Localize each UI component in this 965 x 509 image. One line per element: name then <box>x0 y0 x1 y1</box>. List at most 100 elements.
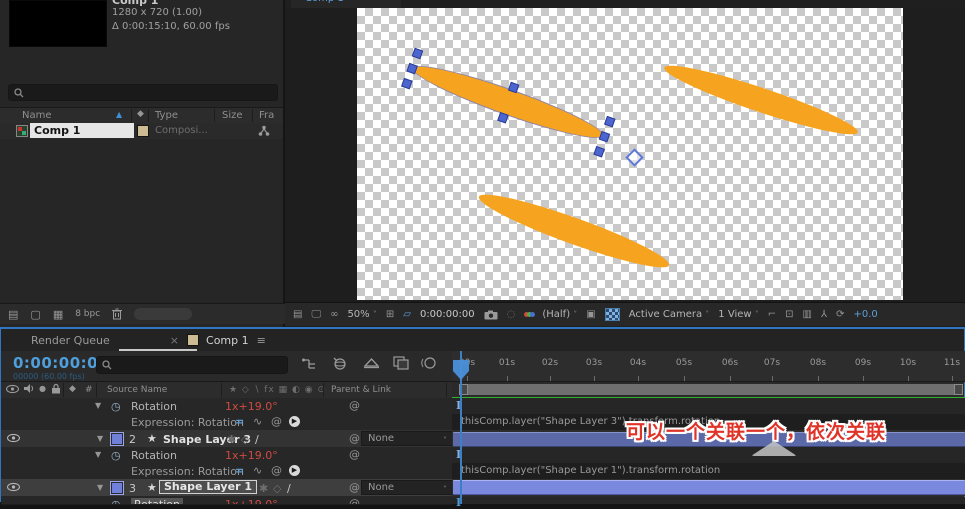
column-number[interactable]: # <box>85 385 93 395</box>
timeline-search-field[interactable] <box>96 356 288 374</box>
disclosure-triangle-icon[interactable]: ▼ <box>95 402 101 410</box>
project-search-field[interactable] <box>8 84 278 101</box>
property-label[interactable]: Rotation <box>131 449 177 462</box>
work-area-end-handle[interactable] <box>954 384 963 395</box>
snapshot-camera-icon[interactable] <box>484 310 498 320</box>
motion-blur-icon[interactable] <box>421 356 437 370</box>
rotation-value[interactable]: 1x+19.0° <box>225 400 278 413</box>
draft-3d-icon[interactable] <box>331 356 347 371</box>
track-area-row[interactable] <box>452 497 965 504</box>
property-row-rotation[interactable]: ▼ ◷ Rotation 1x+19.0° @ <box>1 398 452 415</box>
stopwatch-icon[interactable]: ◷ <box>111 449 121 462</box>
pickwhip-icon[interactable]: @ <box>349 400 360 411</box>
view-layout-select[interactable]: 1 View ˅ <box>718 309 758 320</box>
delete-trash-icon[interactable] <box>112 308 122 320</box>
snapshot-stack-icon[interactable]: ▤ <box>293 310 302 320</box>
expression-row[interactable]: Expression: Rotation = ∿ @ ▶ <box>1 463 452 480</box>
new-composition-icon[interactable]: ▦ <box>53 309 63 320</box>
column-name[interactable]: Name <box>22 110 52 121</box>
new-folder-icon[interactable]: ▢ <box>30 309 40 320</box>
column-frame[interactable]: Fra <box>259 110 274 121</box>
lock-icon[interactable] <box>51 383 61 394</box>
expression-row[interactable]: Expression: Rotation = ∿ @ ▶ <box>1 414 452 431</box>
solo-icon[interactable]: ● <box>39 385 46 393</box>
enable-expression-icon[interactable]: = <box>235 415 244 428</box>
resolution-select[interactable]: (Half) ˅ <box>542 309 577 320</box>
label-tag-icon[interactable]: ◆ <box>137 110 144 119</box>
project-search-input[interactable] <box>28 86 272 99</box>
layer-duration-bar-shape-layer-1[interactable] <box>453 480 965 495</box>
work-area-bar[interactable] <box>459 384 963 395</box>
view-goggles-icon[interactable]: ∞ <box>330 310 338 320</box>
parent-pickwhip-icon[interactable]: @ <box>349 433 360 444</box>
shy-layers-icon[interactable] <box>363 356 380 370</box>
video-eye-icon[interactable] <box>6 384 19 394</box>
close-icon[interactable]: × <box>170 334 179 347</box>
parent-select[interactable]: None˅ <box>361 480 453 495</box>
camera-view-select[interactable]: Active Camera ˅ <box>629 309 710 320</box>
time-ruler[interactable]: 00s 01s 02s 03s 04s 05s 06s 07s 08s 09s … <box>452 351 965 382</box>
layer-color-swatch[interactable] <box>111 433 123 445</box>
fast-previews-icon[interactable]: ▣ <box>586 310 595 320</box>
project-item-comp1[interactable]: Comp 1 Composi... <box>0 123 283 139</box>
viewer-tab-comp1[interactable]: Comp 1 <box>291 0 401 8</box>
property-row-rotation-partial[interactable]: ◷ Rotation 1x+19.0° @ <box>1 496 452 505</box>
exposure-adjust-icon[interactable]: ⊡ <box>785 310 793 320</box>
exposure-value[interactable]: +0.0 <box>853 309 877 320</box>
collapse-switch-icon[interactable]: ✱ <box>259 482 268 495</box>
column-size[interactable]: Size <box>222 110 243 121</box>
layer-color-swatch[interactable] <box>111 482 123 494</box>
shy-switch-icon[interactable]: ◇ <box>273 482 281 495</box>
expression-text-2[interactable]: thisComp.layer("Shape Layer 1").transfor… <box>461 465 720 476</box>
disclosure-triangle-icon[interactable]: ▼ <box>95 451 101 459</box>
disclosure-triangle-icon[interactable]: ▼ <box>97 435 103 443</box>
expression-pickwhip-icon[interactable]: @ <box>271 465 282 476</box>
layer-row-shape-layer-1[interactable]: ▼ 3 ★ Shape Layer 1 ✱ ◇ ∕ @ None˅ <box>1 479 452 497</box>
enable-expression-icon[interactable]: = <box>235 464 244 477</box>
guides-icon[interactable]: ⊞ <box>386 310 394 320</box>
track-area-row[interactable] <box>452 447 965 463</box>
pixel-aspect-icon[interactable]: ⌐ <box>768 310 776 320</box>
project-item-name[interactable]: Comp 1 <box>30 123 134 138</box>
timeline-search-input[interactable] <box>116 359 282 372</box>
item-color-swatch[interactable] <box>137 125 149 137</box>
interpret-footage-icon[interactable]: ▤ <box>8 309 18 320</box>
disclosure-triangle-icon[interactable]: ▼ <box>97 484 103 492</box>
timeline-current-time[interactable]: 0:00:00:00 00000 (60.00 fps) <box>13 354 109 381</box>
video-eye-icon[interactable] <box>7 433 20 443</box>
expression-language-menu-icon[interactable]: ▶ <box>289 465 300 476</box>
track-area-row[interactable] <box>452 398 965 414</box>
collapse-switch-icon[interactable]: ✱ <box>227 433 236 446</box>
composition-mini-flowchart-icon[interactable] <box>301 357 317 371</box>
parent-select[interactable]: None˅ <box>361 431 453 446</box>
expression-graph-icon[interactable]: ∿ <box>253 465 262 476</box>
quality-switch-icon[interactable]: ∕ <box>287 482 291 495</box>
layer-name-editing[interactable]: Shape Layer 1 <box>159 480 257 494</box>
parent-pickwhip-icon[interactable]: @ <box>349 482 360 493</box>
region-of-interest-icon[interactable]: ▱ <box>403 310 411 320</box>
column-parent-link[interactable]: Parent & Link <box>331 385 391 395</box>
quality-switch-icon[interactable]: ∕ <box>255 433 259 446</box>
column-type[interactable]: Type <box>155 110 178 121</box>
shy-switch-icon[interactable]: ◇ <box>241 433 249 446</box>
expression-pickwhip-icon[interactable]: @ <box>271 416 282 427</box>
project-bit-depth[interactable]: 8 bpc <box>75 309 100 319</box>
label-tag-icon[interactable]: ◆ <box>69 385 76 394</box>
audio-speaker-icon[interactable] <box>23 383 34 394</box>
preview-monitor-icon[interactable]: 🖵 <box>311 310 321 320</box>
mini-flowchart-icon[interactable]: ⅄ <box>821 310 827 320</box>
viewer-timecode[interactable]: 0:00:00:00 <box>420 309 475 320</box>
property-label[interactable]: Rotation <box>131 400 177 413</box>
composition-canvas[interactable] <box>285 8 965 302</box>
stopwatch-icon[interactable]: ◷ <box>111 400 121 413</box>
rotation-value[interactable]: 1x+19.0° <box>225 449 278 462</box>
show-channel-icon[interactable] <box>524 309 533 320</box>
zoom-level-select[interactable]: 50% ˅ <box>347 309 376 320</box>
layer-row-shape-layer-3[interactable]: ▼ 2 ★ Shape Layer 3 ✱ ◇ ∕ @ None˅ <box>1 430 452 448</box>
sort-ascending-icon[interactable]: ▲ <box>116 110 122 119</box>
expression-label[interactable]: Expression: Rotation <box>131 465 244 478</box>
expression-graph-icon[interactable]: ∿ <box>253 416 262 427</box>
layer-name[interactable]: Shape Layer 3 <box>163 433 251 446</box>
histogram-icon[interactable]: ▥ <box>803 310 812 320</box>
property-row-rotation[interactable]: ▼ ◷ Rotation 1x+19.0° @ <box>1 447 452 464</box>
